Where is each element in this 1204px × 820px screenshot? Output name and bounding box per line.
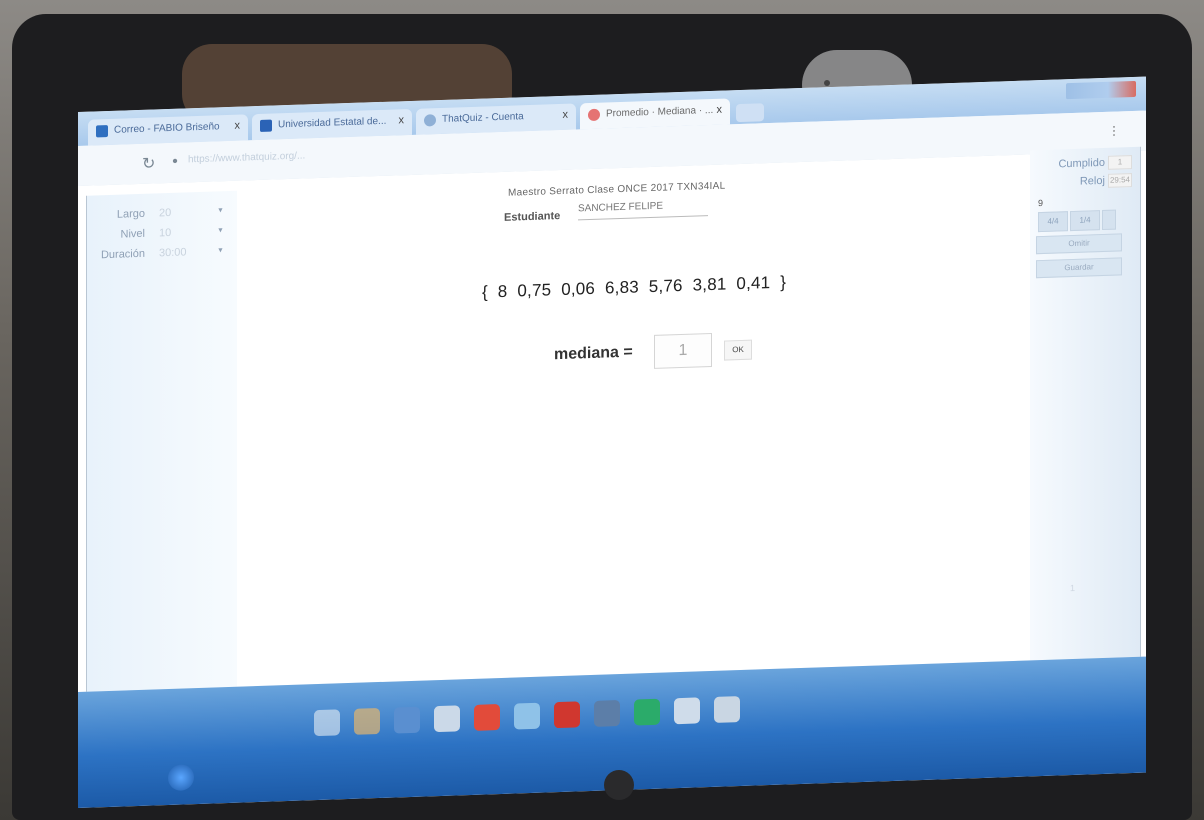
- dropdown-arrow-icon: ▼: [217, 227, 224, 235]
- quiz-icon: [588, 108, 600, 122]
- hp-logo-icon: [604, 770, 634, 800]
- reloj-value: 29:54: [1108, 173, 1132, 188]
- menu-icon[interactable]: ⋮: [1108, 123, 1120, 137]
- duracion-label: Duración: [100, 247, 145, 262]
- window-controls[interactable]: [1066, 80, 1136, 100]
- median-prompt: mediana =: [554, 343, 633, 364]
- student-label: Estudiante: [504, 210, 561, 224]
- dropdown-arrow-icon: ▼: [217, 207, 224, 215]
- close-icon[interactable]: x: [235, 120, 241, 132]
- webcam-icon: [824, 80, 830, 86]
- teacher-class-line: Maestro Serrato Clase ONCE 2017 TXN34IAL: [508, 180, 726, 199]
- ok-button[interactable]: OK: [724, 339, 752, 361]
- reload-icon[interactable]: ↻: [142, 153, 155, 173]
- chrome-icon[interactable]: [474, 704, 500, 731]
- settings-panel: Largo 20 ▼ Nivel 10 ▼ Duración 30:00 ▼: [86, 190, 237, 692]
- student-name-field[interactable]: SANCHEZ FELIPE: [578, 199, 708, 221]
- star-icon[interactable]: ●: [172, 156, 178, 167]
- status-panel: Cumplido 1 Reloj 29:54 9 4/4 1/4 Omitir …: [1030, 146, 1141, 661]
- nav-arrow-button[interactable]: [1102, 209, 1116, 231]
- excel-icon[interactable]: [634, 698, 660, 726]
- cumplido-value: 1: [1108, 155, 1132, 170]
- guardar-button[interactable]: Guardar: [1036, 257, 1122, 279]
- close-icon[interactable]: x: [399, 114, 405, 126]
- document-icon: [260, 119, 272, 132]
- ie-icon[interactable]: [394, 706, 420, 734]
- nivel-select[interactable]: Nivel 10 ▼: [87, 225, 227, 241]
- close-icon[interactable]: x: [563, 109, 569, 121]
- largo-select[interactable]: Largo 20 ▼: [87, 205, 227, 221]
- onenote-icon[interactable]: [594, 700, 620, 727]
- word-icon[interactable]: [674, 697, 700, 725]
- paint-icon[interactable]: [714, 696, 740, 723]
- app-icon[interactable]: [514, 702, 540, 730]
- omitir-button[interactable]: Omitir: [1036, 233, 1122, 255]
- duracion-select[interactable]: Duración 30:00 ▼: [87, 245, 227, 261]
- largo-label: Largo: [116, 207, 145, 221]
- nivel-value: 10: [159, 226, 172, 240]
- cumplido-label: Cumplido: [1058, 156, 1105, 171]
- ring-indicator: 1: [1070, 582, 1076, 594]
- thatquiz-icon: [424, 114, 436, 127]
- cumplido-row: Cumplido 1: [1058, 155, 1132, 171]
- mail-icon: [96, 125, 108, 138]
- explorer-icon[interactable]: [314, 709, 340, 737]
- reloj-label: Reloj: [1079, 174, 1105, 188]
- media-icon[interactable]: [434, 705, 460, 733]
- prev-page-button[interactable]: 4/4: [1038, 211, 1068, 233]
- answer-input[interactable]: 1: [654, 332, 712, 369]
- new-tab-button[interactable]: [736, 103, 764, 123]
- next-page-button[interactable]: 1/4: [1070, 210, 1100, 232]
- address-bar[interactable]: https://www.thatquiz.org/...: [188, 144, 488, 170]
- folder-icon[interactable]: [354, 707, 380, 735]
- screen: Correo - FABIO Briseño x Universidad Est…: [78, 76, 1146, 808]
- quiz-page: Largo 20 ▼ Nivel 10 ▼ Duración 30:00 ▼ M…: [78, 146, 1146, 692]
- question-counter: 9: [1038, 197, 1044, 209]
- reloj-row: Reloj 29:54: [1080, 173, 1132, 189]
- largo-value: 20: [159, 206, 172, 220]
- dropdown-arrow-icon: ▼: [217, 247, 224, 255]
- pdf-icon[interactable]: [554, 701, 580, 729]
- nivel-label: Nivel: [120, 227, 145, 241]
- dataset-text: { 8 0,75 0,06 6,83 5,76 3,81 0,41 }: [482, 272, 787, 302]
- close-icon[interactable]: x: [717, 104, 723, 116]
- duracion-value: 30:00: [159, 246, 187, 260]
